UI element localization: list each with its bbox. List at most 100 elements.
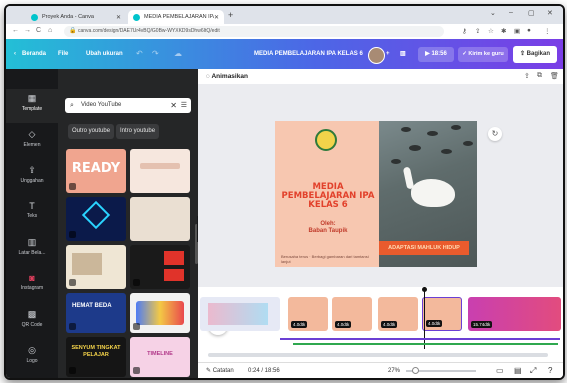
- canva-favicon-icon: [31, 13, 38, 21]
- redo-icon[interactable]: ↷: [152, 39, 159, 69]
- workspace-topbar: ◌ Animasikan ⇪ ⧉ 🗑: [198, 69, 563, 84]
- forward-icon[interactable]: →: [24, 27, 31, 34]
- chip-outro-youtube[interactable]: Outro youtube: [68, 124, 115, 139]
- slide-canvas[interactable]: MEDIA PEMBELAJARAN IPA KELAS 6 Oleh: Bab…: [275, 121, 477, 267]
- slide-tagline[interactable]: Berusaha terus · Berbagi gambaran dari t…: [281, 254, 379, 264]
- timeline: ◠ 4.0dtk 4.0dtk 4.0dtk 4.0dtk 15.74dtk: [198, 287, 563, 362]
- profile-icon[interactable]: ●: [527, 27, 531, 34]
- help-icon[interactable]: ?: [548, 363, 552, 378]
- video-play-icon: [69, 231, 76, 238]
- zoom-level[interactable]: 27%: [388, 363, 400, 378]
- notes-button[interactable]: ✎ Catatan: [206, 363, 234, 378]
- template-thumbnail[interactable]: [130, 245, 190, 289]
- send-to-teacher-button[interactable]: ✓ Kirim ke guru: [458, 47, 508, 62]
- browser-tab-projects[interactable]: Proyek Anda - Canva ✕: [26, 10, 126, 24]
- close-tab-icon[interactable]: ✕: [214, 14, 219, 21]
- rail-item-template[interactable]: ▦ Template: [6, 89, 58, 123]
- duplicate-page-icon[interactable]: ⧉: [537, 72, 542, 80]
- timeline-clip-selected[interactable]: 4.0dtk: [422, 297, 462, 331]
- animate-button[interactable]: ◌ Animasikan: [206, 69, 248, 84]
- timeline-clip[interactable]: 4.0dtk: [288, 297, 328, 331]
- tab-grid-icon[interactable]: ▣: [514, 27, 520, 35]
- browser-tab-design[interactable]: MEDIA PEMBELAJARAN IPA KELAS ✕: [128, 10, 224, 24]
- browser-tab-label: Proyek Anda - Canva: [42, 14, 94, 20]
- rail-item-logo[interactable]: ◎ Logo: [6, 345, 58, 364]
- template-search-input[interactable]: ⌕ Video YouTube ✕ ☰: [65, 98, 191, 113]
- zoom-slider-handle[interactable]: [412, 367, 419, 374]
- close-window-button[interactable]: ✕: [547, 9, 553, 17]
- slide-title[interactable]: MEDIA PEMBELAJARAN IPA KELAS 6: [279, 183, 377, 210]
- template-icon: ▦: [27, 93, 37, 103]
- new-tab-button[interactable]: +: [228, 10, 233, 20]
- template-thumbnail[interactable]: [130, 149, 190, 193]
- browser-menu-icon[interactable]: ⋮: [544, 27, 551, 35]
- clip-duration: 4.0dtk: [426, 320, 443, 327]
- tab-search-icon[interactable]: ⌄: [490, 9, 496, 17]
- side-rail: ▦ Template ◇ Elemen ⇪ Unggahan T Teks ▥ …: [6, 69, 58, 378]
- document-title[interactable]: MEDIA PEMBELAJARAN IPA KELAS 6: [254, 39, 363, 69]
- back-chevron-icon[interactable]: ‹: [14, 39, 16, 69]
- video-play-icon: [133, 279, 140, 286]
- template-thumbnail[interactable]: [66, 245, 126, 289]
- undo-icon[interactable]: ↶: [136, 39, 143, 69]
- share-page-icon[interactable]: ⇪: [524, 72, 530, 80]
- timeline-clip[interactable]: 4.0dtk: [378, 297, 418, 331]
- template-thumbnail[interactable]: READY: [66, 149, 126, 193]
- template-thumbnail[interactable]: SENYUM TINGKAT PELAJAR: [66, 337, 126, 377]
- audio-track-purple[interactable]: [280, 338, 560, 340]
- url-input[interactable]: 🔒 canva.com/design/DAE7Ur4vBQ/G0Bw-WYXKD…: [64, 26, 444, 37]
- background-icon: ▥: [27, 237, 37, 247]
- maximize-button[interactable]: ▢: [528, 9, 535, 17]
- audio-track-green[interactable]: [293, 343, 558, 345]
- present-button[interactable]: ▶ 18:56: [418, 47, 454, 62]
- filter-icon[interactable]: ☰: [181, 98, 187, 113]
- extensions-icon[interactable]: ✱: [501, 27, 506, 35]
- clip-preview: [208, 303, 268, 325]
- duck-shape: [441, 149, 452, 154]
- extension-key-icon[interactable]: ⚷: [462, 27, 467, 35]
- bookmark-star-icon[interactable]: ☆: [488, 27, 494, 35]
- thumbnail-decoration: [81, 200, 111, 230]
- timeline-scrollbar[interactable]: [208, 353, 548, 357]
- grid-view-icon[interactable]: ▤: [514, 363, 522, 378]
- add-collaborator-button[interactable]: +: [386, 39, 390, 69]
- home-icon[interactable]: ⌂: [48, 27, 52, 34]
- back-icon[interactable]: ←: [12, 27, 19, 34]
- clear-search-icon[interactable]: ✕: [170, 98, 177, 113]
- duck-shape: [401, 127, 411, 132]
- template-thumbnail[interactable]: [130, 293, 190, 333]
- reload-icon[interactable]: C: [36, 27, 41, 34]
- file-menu[interactable]: File: [58, 39, 68, 69]
- close-tab-icon[interactable]: ✕: [116, 14, 121, 21]
- rail-item-label: Teks: [26, 213, 38, 219]
- insights-chart-icon[interactable]: ▥: [400, 39, 406, 69]
- timeline-clip[interactable]: 15.74dtk: [468, 297, 561, 331]
- chip-intro-youtube[interactable]: Intro youtube: [116, 124, 160, 139]
- thumbnail-decoration: [140, 163, 180, 169]
- template-thumbnail[interactable]: HEMAT BEDA: [66, 293, 126, 333]
- slide-banner[interactable]: ADAPTASI MAHLUK HIDUP: [379, 241, 469, 255]
- share-button[interactable]: ⇪ Bagikan: [513, 46, 557, 63]
- delete-page-icon[interactable]: 🗑: [550, 72, 559, 80]
- avatar[interactable]: [368, 47, 385, 64]
- fullscreen-icon[interactable]: ⤢: [530, 363, 536, 378]
- rail-item-qr-code[interactable]: ▩ QR Code: [6, 309, 58, 328]
- timeline-clip[interactable]: [200, 297, 280, 331]
- template-thumbnail[interactable]: TIMELINE: [130, 337, 190, 377]
- rail-item-elements[interactable]: ◇ Elemen: [6, 129, 58, 148]
- template-thumbnail[interactable]: [130, 197, 190, 241]
- share-page-icon[interactable]: ⇪: [475, 27, 480, 35]
- rail-item-background[interactable]: ▥ Latar Bela...: [6, 237, 58, 256]
- display-mode-icon[interactable]: ▭: [496, 363, 504, 378]
- minimize-button[interactable]: –: [509, 9, 513, 16]
- slide-author-block[interactable]: Oleh: Baban Taupik: [279, 221, 377, 235]
- refresh-icon[interactable]: ↻: [488, 127, 502, 141]
- timeline-clip[interactable]: 4.0dtk: [332, 297, 372, 331]
- rail-item-instagram[interactable]: ◙ Instagram: [6, 273, 58, 291]
- template-thumbnail[interactable]: [66, 197, 126, 241]
- rail-item-label: Unggahan: [20, 178, 44, 184]
- rail-item-text[interactable]: T Teks: [6, 201, 58, 219]
- home-link[interactable]: Beranda: [22, 39, 46, 69]
- rail-item-uploads[interactable]: ⇪ Unggahan: [6, 165, 58, 184]
- resize-menu[interactable]: Ubah ukuran: [86, 39, 123, 69]
